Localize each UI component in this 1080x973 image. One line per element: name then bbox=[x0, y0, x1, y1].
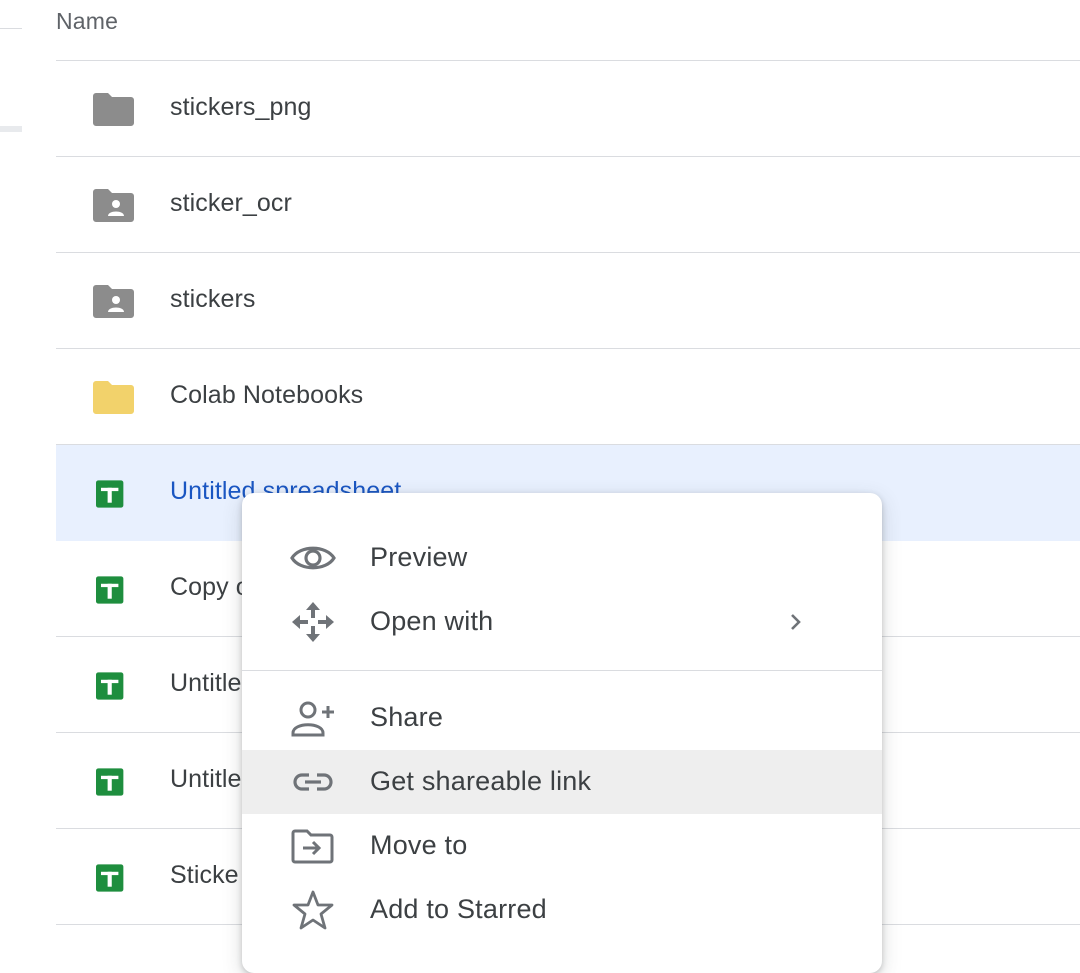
link-icon bbox=[293, 773, 333, 791]
file-row-stickers-png[interactable]: stickers_png bbox=[56, 61, 1080, 157]
menu-item-label: Open with bbox=[370, 606, 494, 636]
shared-folder-icon bbox=[93, 285, 134, 318]
chevron-right-icon bbox=[791, 614, 801, 630]
menu-item-add-to-starred[interactable]: Add to Starred bbox=[242, 878, 882, 942]
file-name: Untitle bbox=[170, 669, 242, 697]
file-list-header: Name bbox=[56, 0, 1080, 61]
move-arrows-icon bbox=[292, 602, 334, 642]
file-name: stickers bbox=[170, 285, 256, 313]
menu-item-label: Move to bbox=[370, 830, 468, 860]
menu-item-label: Preview bbox=[370, 542, 468, 572]
sheets-icon bbox=[96, 576, 124, 604]
menu-divider bbox=[242, 670, 882, 671]
sheets-icon bbox=[96, 768, 124, 796]
file-name: sticker_ocr bbox=[170, 189, 292, 217]
add-person-icon bbox=[291, 701, 334, 737]
file-name: Colab Notebooks bbox=[170, 381, 364, 409]
file-name: stickers_png bbox=[170, 93, 312, 121]
menu-item-preview[interactable]: Preview bbox=[242, 526, 882, 590]
folder-icon bbox=[93, 93, 134, 126]
rail-divider bbox=[0, 28, 22, 29]
rail-scroll-indicator bbox=[0, 126, 22, 132]
file-name: Sticke bbox=[170, 861, 239, 889]
menu-item-label: Add to Starred bbox=[370, 894, 547, 924]
context-menu: Preview Open with Share Get shareable li… bbox=[242, 493, 882, 973]
menu-item-label: Get shareable link bbox=[370, 766, 592, 796]
left-rail bbox=[0, 0, 22, 958]
sheets-icon bbox=[96, 864, 124, 892]
file-name: Untitle bbox=[170, 765, 242, 793]
file-name: Copy o bbox=[170, 573, 250, 601]
menu-item-share[interactable]: Share bbox=[242, 686, 882, 750]
eye-icon bbox=[290, 546, 336, 570]
sheets-icon bbox=[96, 480, 124, 508]
star-outline-icon bbox=[292, 890, 334, 930]
menu-item-label: Share bbox=[370, 702, 444, 732]
shared-folder-icon bbox=[93, 189, 134, 222]
menu-item-get-shareable-link[interactable]: Get shareable link bbox=[242, 750, 882, 814]
sheets-icon bbox=[96, 672, 124, 700]
folder-icon bbox=[93, 381, 134, 414]
file-row-colab-notebooks[interactable]: Colab Notebooks bbox=[56, 349, 1080, 445]
menu-item-open-with[interactable]: Open with bbox=[242, 590, 882, 654]
file-row-sticker-ocr[interactable]: sticker_ocr bbox=[56, 157, 1080, 253]
file-row-stickers[interactable]: stickers bbox=[56, 253, 1080, 349]
name-column-header[interactable]: Name bbox=[56, 8, 118, 35]
menu-item-move-to[interactable]: Move to bbox=[242, 814, 882, 878]
move-to-folder-icon bbox=[291, 829, 334, 864]
